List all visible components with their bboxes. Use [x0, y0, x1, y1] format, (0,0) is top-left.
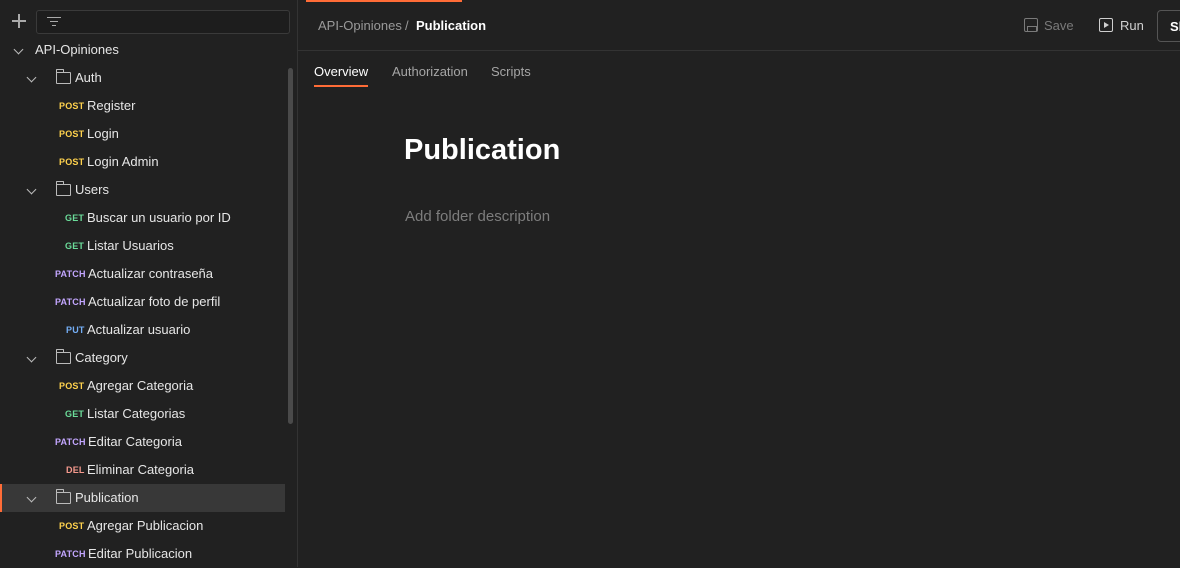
method-badge: GET: [65, 241, 85, 251]
request-item[interactable]: POST Register: [0, 92, 285, 120]
request-label: Editar Categoria: [88, 434, 182, 449]
folder-description-input[interactable]: Add folder description: [405, 208, 550, 225]
folder-auth[interactable]: Auth: [0, 64, 285, 92]
active-tab-indicator: [306, 0, 462, 2]
method-badge: PATCH: [55, 549, 86, 559]
tab-scripts[interactable]: Scripts: [491, 64, 531, 79]
method-badge: PATCH: [55, 297, 86, 307]
method-badge: PATCH: [55, 437, 86, 447]
request-item[interactable]: GET Listar Usuarios: [0, 232, 285, 260]
breadcrumb-parent[interactable]: API-Opiniones: [318, 18, 402, 33]
filter-input[interactable]: [36, 10, 290, 34]
request-label: Actualizar usuario: [87, 322, 191, 337]
request-item[interactable]: PUT Actualizar usuario: [0, 316, 285, 344]
request-item[interactable]: GET Listar Categorias: [0, 400, 285, 428]
method-badge: POST: [59, 157, 85, 167]
header: API-Opiniones / Publication Save Run Sh: [298, 0, 1180, 51]
method-badge: POST: [59, 129, 85, 139]
folder-publication[interactable]: Publication: [0, 484, 285, 512]
request-item[interactable]: PATCH Editar Categoria: [0, 428, 285, 456]
folder-icon: [55, 69, 71, 84]
folder-label: Users: [75, 182, 109, 197]
request-item[interactable]: PATCH Actualizar contraseña: [0, 260, 285, 288]
chevron-down-icon[interactable]: [26, 352, 37, 363]
request-label: Agregar Publicacion: [87, 518, 204, 533]
breadcrumb-separator: /: [405, 18, 409, 33]
request-item[interactable]: PATCH Editar Publicacion: [0, 540, 285, 568]
request-label: Actualizar contraseña: [88, 266, 214, 281]
share-button[interactable]: Sh: [1157, 10, 1180, 42]
folder-icon: [55, 181, 71, 196]
save-icon: [1024, 18, 1038, 32]
tab-authorization[interactable]: Authorization: [392, 64, 468, 79]
sidebar: API-Opiniones Auth POST Register POST Lo…: [0, 0, 298, 567]
method-badge: GET: [65, 213, 85, 223]
request-label: Editar Publicacion: [88, 546, 193, 561]
method-badge: POST: [59, 381, 85, 391]
request-item[interactable]: POST Login Admin: [0, 148, 285, 176]
collection-name: API-Opiniones: [35, 42, 119, 57]
method-badge: POST: [59, 521, 85, 531]
filter-icon: [47, 17, 61, 27]
method-badge: POST: [59, 101, 85, 111]
folder-icon: [55, 489, 71, 504]
method-badge: DEL: [66, 465, 85, 475]
collection-api-opiniones[interactable]: API-Opiniones: [0, 36, 285, 64]
method-badge: GET: [65, 409, 85, 419]
request-item[interactable]: DEL Eliminar Categoria: [0, 456, 285, 484]
folder-label: Category: [75, 350, 128, 365]
chevron-down-icon[interactable]: [13, 44, 24, 55]
request-label: Actualizar foto de perfil: [88, 294, 221, 309]
method-badge: PATCH: [55, 269, 86, 279]
run-icon: [1099, 18, 1113, 32]
collection-tree: API-Opiniones Auth POST Register POST Lo…: [0, 36, 285, 568]
folder-category[interactable]: Category: [0, 344, 285, 372]
request-item[interactable]: POST Login: [0, 120, 285, 148]
chevron-down-icon[interactable]: [26, 492, 37, 503]
request-label: Agregar Categoria: [87, 378, 194, 393]
request-label: Listar Categorias: [87, 406, 186, 421]
tab-overview[interactable]: Overview: [314, 64, 368, 79]
page-title: Publication: [404, 134, 561, 166]
folder-icon: [55, 349, 71, 364]
request-label: Listar Usuarios: [87, 238, 174, 253]
request-label: Login Admin: [87, 154, 159, 169]
chevron-down-icon[interactable]: [26, 72, 37, 83]
save-label: Save: [1044, 18, 1074, 33]
run-label: Run: [1120, 18, 1144, 33]
new-item-plus-icon[interactable]: [10, 12, 28, 30]
sidebar-scrollbar[interactable]: [288, 68, 293, 424]
share-label: Sh: [1170, 19, 1180, 34]
chevron-down-icon[interactable]: [26, 184, 37, 195]
request-label: Buscar un usuario por ID: [87, 210, 231, 225]
request-label: Login: [87, 126, 119, 141]
request-item[interactable]: POST Agregar Publicacion: [0, 512, 285, 540]
request-item[interactable]: GET Buscar un usuario por ID: [0, 204, 285, 232]
request-label: Register: [87, 98, 136, 113]
method-badge: PUT: [66, 325, 85, 335]
request-item[interactable]: PATCH Actualizar foto de perfil: [0, 288, 285, 316]
request-item[interactable]: POST Agregar Categoria: [0, 372, 285, 400]
section-tabs: Overview Authorization Scripts: [298, 51, 1180, 91]
folder-label: Auth: [75, 70, 102, 85]
folder-users[interactable]: Users: [0, 176, 285, 204]
folder-label: Publication: [75, 490, 139, 505]
tab-underline: [314, 85, 368, 87]
request-label: Eliminar Categoria: [87, 462, 194, 477]
breadcrumb-current: Publication: [416, 18, 487, 33]
